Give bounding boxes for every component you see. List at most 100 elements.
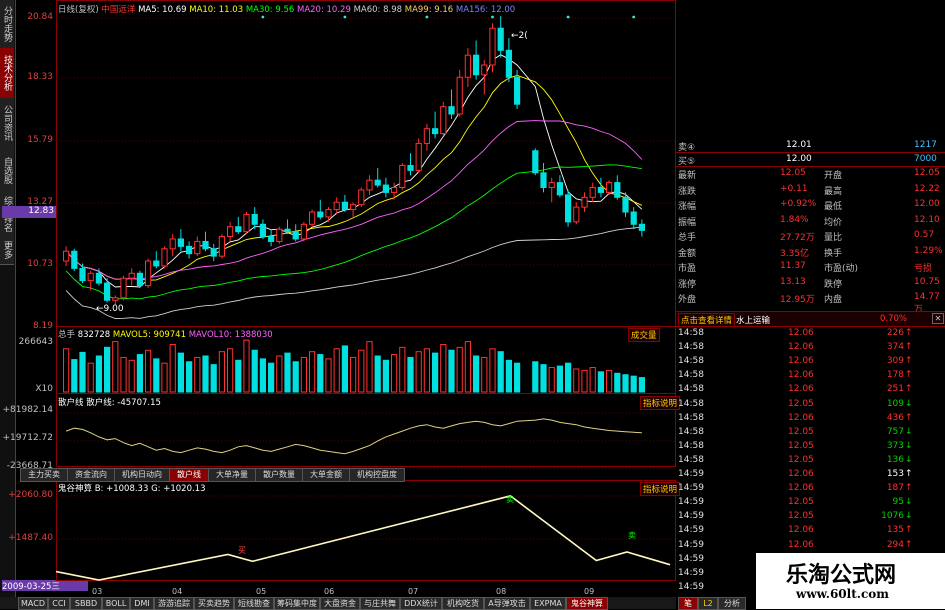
tab-more[interactable]: 更多 [0, 236, 14, 265]
bottom-tab[interactable]: 筹码集中度 [274, 597, 320, 610]
candle [464, 47, 471, 88]
volume-bar [573, 368, 580, 393]
volume-bar [505, 359, 512, 393]
bottom-tab[interactable]: BOLL [102, 597, 130, 610]
signal-dot [425, 15, 429, 19]
candle [407, 153, 414, 176]
tab-institution-daily[interactable]: 机构日动向 [114, 468, 170, 482]
bottom-tab[interactable]: DDX统计 [400, 597, 442, 610]
candle [581, 192, 588, 213]
bottom-tab[interactable]: 鬼谷神算 [566, 597, 608, 610]
volume-bar [589, 367, 596, 393]
quote-value: 3.35亿 [780, 248, 810, 259]
arrow-up-icon: ↑ [905, 469, 913, 479]
industry-name[interactable]: 水上运输 [736, 314, 770, 326]
tab-analysis[interactable]: 分析 [718, 597, 746, 610]
candle [292, 224, 299, 242]
candle [391, 182, 398, 200]
quote-value-2: 12.10 [914, 214, 940, 225]
tab-institution-control[interactable]: 机构控盘度 [349, 468, 405, 482]
bottom-tab[interactable]: A导弹攻击 [484, 597, 530, 610]
volume-bar [227, 348, 234, 393]
candle [423, 123, 430, 151]
tab-l2[interactable]: L2 [698, 597, 718, 610]
bottom-tab[interactable]: 游游追踪 [154, 597, 194, 610]
low-price-marker: ←9.00 [96, 304, 124, 314]
tab-company-info[interactable]: 公司资讯 [0, 98, 14, 149]
trade-price: 12.06 [788, 342, 814, 353]
tab-retail-count[interactable]: 散户数量 [255, 468, 303, 482]
candle [128, 268, 135, 286]
trade-price: 12.05 [788, 398, 814, 409]
candle [440, 101, 447, 137]
candle [497, 15, 504, 58]
candle [276, 226, 283, 244]
volume-bar [317, 354, 324, 393]
volume-bar [456, 346, 463, 393]
trade-time: 14:59 [678, 511, 704, 522]
bottom-tab[interactable]: EXPMA [530, 597, 566, 610]
trade-time: 14:58 [678, 454, 704, 465]
bottom-tab[interactable]: DMI [130, 597, 154, 610]
volume-unit: X10 [35, 384, 53, 394]
trade-time: 14:59 [678, 497, 704, 508]
candle [532, 148, 539, 176]
volume-bar [423, 348, 430, 393]
quote-value: 1.84% [780, 214, 809, 225]
chart-area[interactable]: ←2( ←9.00 买 卖 卖 03 04 05 06 07 08 09 [56, 0, 676, 596]
tab-tick[interactable]: 笔 [678, 597, 698, 610]
volume-bar [581, 369, 588, 393]
candle [317, 199, 324, 220]
tab-main-force[interactable]: 主力买卖 [20, 468, 68, 482]
bottom-tab[interactable]: 与庄共舞 [360, 597, 400, 610]
trade-price: 12.06 [788, 328, 814, 338]
tab-watchlist[interactable]: 自选股 [0, 148, 14, 193]
tab-intraday[interactable]: 分时走势 [0, 0, 14, 49]
ma20-line [65, 120, 643, 280]
ma99-value: MA99: 9.16 [404, 5, 454, 15]
current-price-tag: 12.83 [2, 206, 56, 218]
bottom-tab[interactable]: MACD [18, 597, 48, 610]
candle [210, 243, 217, 262]
candle [325, 207, 332, 222]
trade-row: 14:59 12.05 95 ↓ [676, 497, 945, 509]
trade-price: 12.06 [788, 384, 814, 395]
tab-fund-flow[interactable]: 资金流向 [67, 468, 115, 482]
volume-bar [112, 341, 119, 393]
candle [243, 212, 250, 235]
tab-big-order-net[interactable]: 大单净量 [208, 468, 256, 482]
volume-bar [309, 351, 316, 393]
trade-row: 14:59 12.05 1076 ↓ [676, 511, 945, 523]
indicator1-help-button[interactable]: 指标说明 [640, 396, 681, 410]
bottom-tab[interactable]: 短线勘查 [234, 597, 274, 610]
indicator2-value: 鬼谷神算 B: +1008.33 G: +1020.13 [58, 484, 206, 494]
volume-button[interactable]: 成交量 [628, 328, 660, 342]
tab-technical-analysis[interactable]: 技术分析 [0, 48, 14, 99]
ma-header: 日线(复权) 中国远洋 MA5: 10.69 MA10: 11.03 MA30:… [58, 3, 515, 15]
detail-button[interactable]: 点击查看详情 [678, 313, 736, 327]
volume-bar [350, 356, 357, 393]
trade-time: 14:59 [678, 567, 704, 578]
arrow-down-icon: ↓ [905, 497, 913, 508]
trade-volume: 109 [886, 398, 904, 409]
bottom-tab[interactable]: CCI [48, 597, 70, 610]
tab-retail-line[interactable]: 散户线 [169, 468, 209, 482]
candle [136, 270, 144, 288]
tab-big-order-amount[interactable]: 大单金额 [302, 468, 350, 482]
indicator2-help-button[interactable]: 指标说明 [640, 482, 681, 496]
quote-label-2: 最低 [824, 202, 843, 212]
candle [415, 138, 422, 173]
trade-volume: 1076 [881, 511, 904, 522]
bottom-tab[interactable]: 买卖趋势 [194, 597, 234, 610]
month-label: 06 [324, 587, 334, 596]
bottom-tab[interactable]: 大盘资金 [320, 597, 360, 610]
candle [63, 246, 70, 266]
close-icon[interactable]: ✕ [932, 313, 944, 324]
bottom-tab[interactable]: 机构吃货 [442, 597, 484, 610]
bottom-tab[interactable]: SBBD [70, 597, 102, 610]
trade-price: 12.06 [788, 356, 814, 367]
indicator-tab-row: 主力买卖 资金流向 机构日动向 散户线 大单净量 散户数量 大单金额 机构控盘度 [20, 468, 676, 482]
ma156-value: MA156: 12.00 [455, 5, 516, 15]
quote-label: 市盈 [678, 264, 697, 274]
candle [456, 69, 463, 117]
